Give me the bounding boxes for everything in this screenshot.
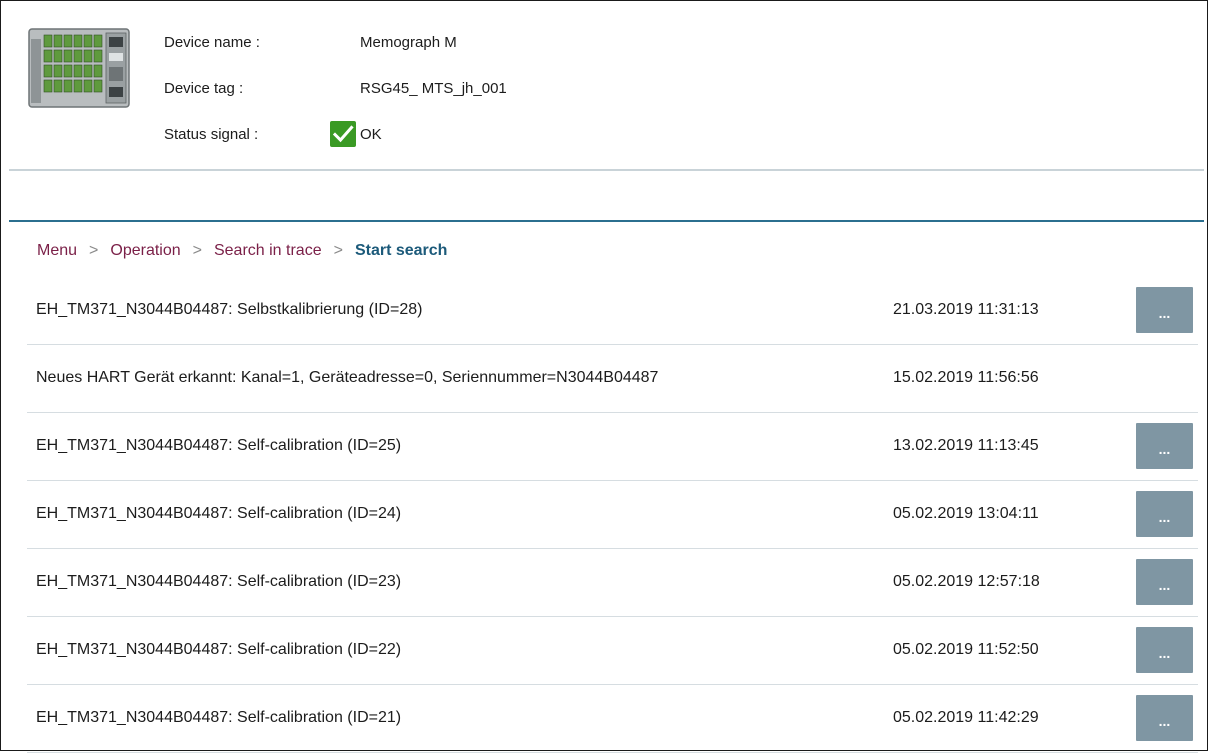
breadcrumb-operation[interactable]: Operation [110,242,180,259]
list-item: EH_TM371_N3044B04487: Self-calibration (… [27,481,1198,549]
trace-results-list: EH_TM371_N3044B04487: Selbstkalibrierung… [27,277,1198,753]
device-tag-label: Device tag : [164,80,244,97]
breadcrumb-separator: > [192,242,202,259]
status-signal-label: Status signal : [164,126,259,143]
status-signal-value: OK [360,126,382,143]
event-text: EH_TM371_N3044B04487: Self-calibration (… [36,709,402,726]
details-button[interactable]: ... [1136,491,1193,537]
breadcrumb-separator: > [333,242,343,259]
event-text: EH_TM371_N3044B04487: Selbstkalibrierung… [36,301,423,318]
event-timestamp: 05.02.2019 13:04:11 [893,505,1039,522]
event-timestamp: 13.02.2019 11:13:45 [893,437,1039,454]
event-timestamp: 05.02.2019 12:57:18 [893,573,1040,590]
list-item: EH_TM371_N3044B04487: Self-calibration (… [27,549,1198,617]
list-item: EH_TM371_N3044B04487: Self-calibration (… [27,413,1198,481]
device-image [28,28,130,108]
details-button[interactable]: ... [1136,627,1193,673]
check-icon [330,121,356,147]
list-item: EH_TM371_N3044B04487: Selbstkalibrierung… [27,277,1198,345]
list-item: Neues HART Gerät erkannt: Kanal=1, Gerät… [27,345,1198,413]
details-button[interactable]: ... [1136,559,1193,605]
breadcrumb-search-in-trace[interactable]: Search in trace [214,242,322,259]
breadcrumb: Menu > Operation > Search in trace > Start sea… [37,241,447,261]
list-item: EH_TM371_N3044B04487: Self-calibration (… [27,685,1198,753]
breadcrumb-current: Start search [354,242,448,259]
details-button[interactable]: ... [1136,695,1193,741]
event-text: EH_TM371_N3044B04487: Self-calibration (… [36,573,402,590]
event-timestamp: 05.02.2019 11:52:50 [893,641,1039,658]
event-text: Neues HART Gerät erkannt: Kanal=1, Gerät… [36,369,659,386]
event-timestamp: 21.03.2019 11:31:13 [893,301,1039,318]
device-name-value: Memograph M [360,34,457,51]
device-header: Device name : Memograph M Device tag : R… [1,1,1207,171]
device-tag-value: RSG45_ MTS_jh_001 [360,80,507,97]
event-timestamp: 05.02.2019 11:42:29 [893,709,1039,726]
details-button[interactable]: ... [1136,423,1193,469]
event-text: EH_TM371_N3044B04487: Self-calibration (… [36,437,402,454]
breadcrumb-separator: > [89,242,99,259]
event-timestamp: 15.02.2019 11:56:56 [893,369,1039,386]
breadcrumb-menu[interactable]: Menu [37,242,77,259]
list-item: EH_TM371_N3044B04487: Self-calibration (… [27,617,1198,685]
device-name-label: Device name : [164,34,260,51]
details-button[interactable]: ... [1136,287,1193,333]
event-text: EH_TM371_N3044B04487: Self-calibration (… [36,505,402,522]
content-divider [9,220,1204,222]
event-text: EH_TM371_N3044B04487: Self-calibration (… [36,641,402,658]
header-divider [9,169,1204,171]
